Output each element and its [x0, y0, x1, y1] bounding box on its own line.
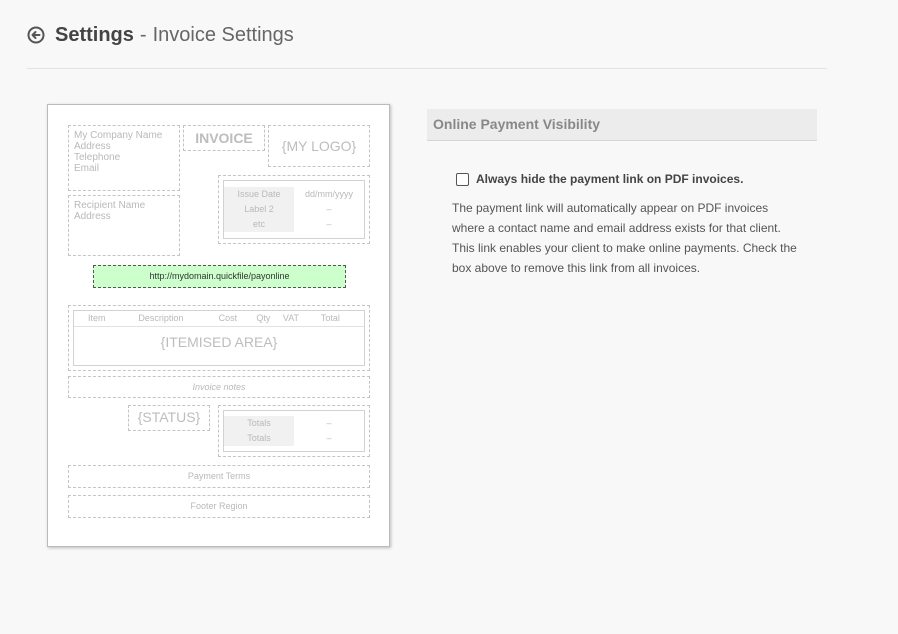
- logo-placeholder: {MY LOGO}: [268, 125, 370, 167]
- totals-table: Totals – Totals –: [223, 410, 365, 452]
- totals-box: Totals – Totals –: [218, 405, 370, 457]
- online-payment-visibility-heading: Online Payment Visibility: [427, 109, 817, 141]
- totals-row: Totals –: [224, 431, 364, 446]
- date-row: Issue Date dd/mm/yyyy: [224, 187, 364, 202]
- invoice-label-box: INVOICE: [183, 125, 265, 151]
- date-row-value: –: [326, 204, 332, 214]
- payment-terms-box: Payment Terms: [68, 465, 370, 488]
- itemised-area-box: Item Description Cost Qty VAT Total {ITE…: [68, 305, 370, 371]
- title-separator: -: [139, 23, 147, 46]
- company-details-box: My Company Name Address Telephone Email: [68, 125, 180, 191]
- recipient-box: Recipient Name Address: [68, 195, 180, 256]
- itemised-area-label: {ITEMISED AREA}: [160, 334, 278, 350]
- date-row: etc –: [224, 217, 364, 232]
- payment-link-description: The payment link will automatically appe…: [452, 201, 797, 275]
- totals-row: Totals –: [224, 416, 364, 431]
- back-arrow-icon[interactable]: [27, 26, 45, 44]
- date-row-label: Issue Date: [224, 187, 294, 202]
- invoice-layout-preview: My Company Name Address Telephone Email …: [47, 104, 390, 547]
- hide-payment-link-option[interactable]: Always hide the payment link on PDF invo…: [456, 172, 743, 186]
- totals-row-label: Totals: [224, 431, 294, 446]
- column-header-description: Description: [138, 313, 184, 323]
- hide-payment-link-label[interactable]: Always hide the payment link on PDF invo…: [476, 172, 743, 186]
- invoice-dates-box: Issue Date dd/mm/yyyy Label 2 – etc –: [218, 175, 370, 244]
- totals-row-value: –: [326, 418, 332, 428]
- recipient-name: Recipient Name: [74, 200, 146, 211]
- company-email: Email: [74, 163, 100, 174]
- items-header: Item Description Cost Qty VAT Total: [74, 311, 364, 327]
- date-row-label: etc: [224, 217, 294, 232]
- page-title: Settings: [55, 23, 134, 46]
- date-row-value: dd/mm/yyyy: [304, 189, 353, 199]
- column-header-item: Item: [88, 313, 106, 323]
- page-subtitle: Invoice Settings: [152, 23, 294, 46]
- column-header-total: Total: [320, 313, 340, 323]
- dates-table: Issue Date dd/mm/yyyy Label 2 – etc –: [223, 180, 365, 239]
- company-name: My Company Name: [74, 130, 163, 141]
- recipient-address: Address: [74, 211, 111, 222]
- payment-link-preview: http://mydomain.quickfile/payonline: [93, 265, 346, 288]
- totals-row-label: Totals: [224, 416, 294, 431]
- header-divider: [27, 68, 827, 69]
- company-telephone: Telephone: [74, 152, 121, 163]
- column-header-vat: VAT: [282, 313, 300, 323]
- footer-region-box: Footer Region: [68, 495, 370, 518]
- totals-row-value: –: [326, 433, 332, 443]
- date-row-label: Label 2: [224, 202, 294, 217]
- column-header-qty: Qty: [256, 313, 271, 323]
- date-row: Label 2 –: [224, 202, 364, 217]
- company-address: Address: [74, 141, 111, 152]
- column-header-cost: Cost: [218, 313, 238, 323]
- page-header: Settings - Invoice Settings: [27, 20, 294, 50]
- hide-payment-link-checkbox[interactable]: [456, 172, 469, 186]
- invoice-notes-box: Invoice notes: [68, 376, 370, 398]
- items-table: Item Description Cost Qty VAT Total {ITE…: [73, 310, 365, 366]
- date-row-value: –: [326, 219, 332, 229]
- status-placeholder: {STATUS}: [128, 405, 210, 431]
